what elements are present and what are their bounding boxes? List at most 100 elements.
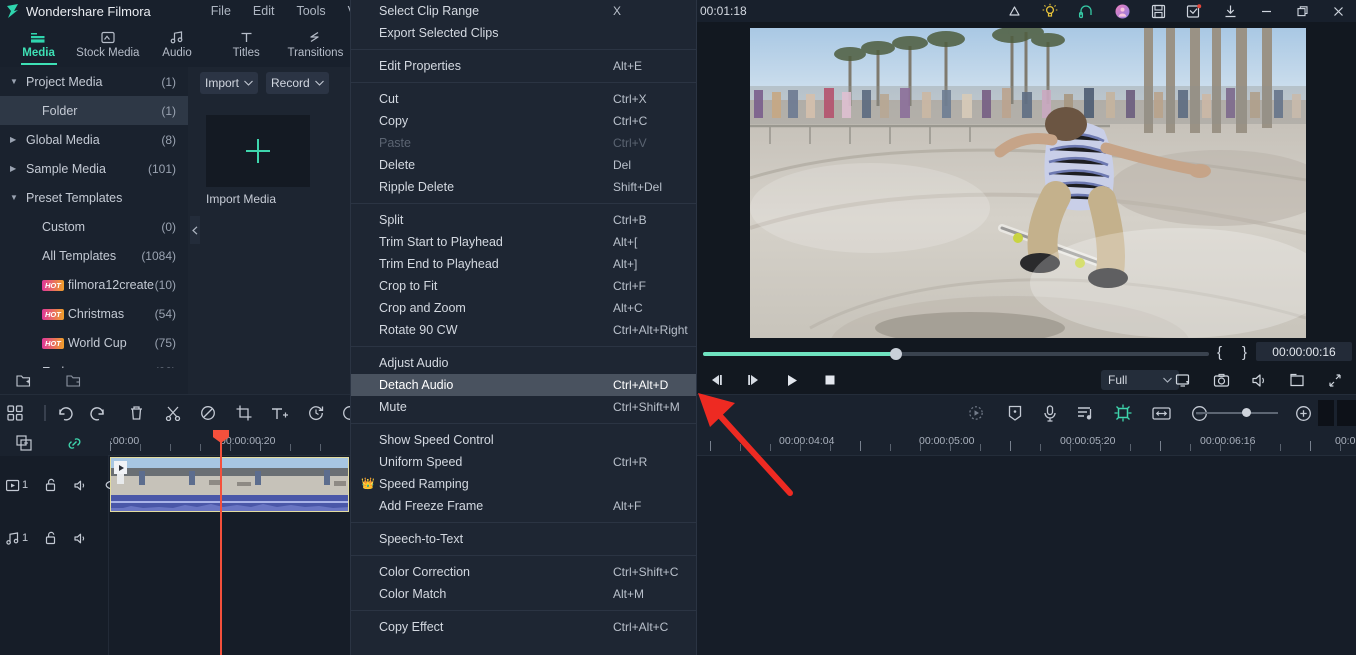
tab-stock-media[interactable]: Stock Media: [73, 22, 142, 67]
sidebar-item-christmas[interactable]: HOT Christmas (54): [0, 299, 188, 328]
mute-icon[interactable]: [74, 532, 89, 545]
menu-item-split[interactable]: Split Ctrl+B: [351, 209, 696, 231]
mute-icon[interactable]: [74, 479, 89, 492]
menu-item-mute[interactable]: Mute Ctrl+Shift+M: [351, 396, 696, 418]
menu-item-ripple-delete[interactable]: Ripple Delete Shift+Del: [351, 176, 696, 198]
menu-tools[interactable]: Tools: [296, 4, 325, 18]
screen-record-icon[interactable]: [1164, 373, 1202, 388]
link-icon[interactable]: [66, 436, 83, 451]
menu-file[interactable]: File: [211, 4, 231, 18]
menu-item-copy[interactable]: Copy Ctrl+C: [351, 110, 696, 132]
close-button[interactable]: [1320, 0, 1356, 22]
menu-item-edit-properties[interactable]: Edit Properties Alt+E: [351, 55, 696, 77]
menu-item-speed-ramping[interactable]: 👑 Speed Ramping: [351, 473, 696, 495]
import-button[interactable]: Import: [200, 72, 259, 94]
next-frame-icon[interactable]: [735, 373, 773, 387]
menu-item-uniform-speed[interactable]: Uniform Speed Ctrl+R: [351, 451, 696, 473]
sidebar-item-sample-media[interactable]: ▶ Sample Media (101): [0, 154, 188, 183]
menu-item-adjust-audio[interactable]: Adjust Audio: [351, 352, 696, 374]
sidebar-item-project-media[interactable]: ▼ Project Media (1): [0, 67, 188, 96]
redo-icon[interactable]: [87, 403, 107, 423]
import-media-tile[interactable]: [206, 115, 310, 187]
menu-item-detach-audio[interactable]: Detach Audio Ctrl+Alt+D: [351, 374, 696, 396]
tab-titles[interactable]: Titles: [212, 22, 281, 67]
crop-icon[interactable]: [234, 403, 254, 423]
volume-icon[interactable]: [1240, 373, 1278, 388]
playhead[interactable]: [220, 430, 222, 655]
timeline-zoom-handle[interactable]: [1242, 408, 1251, 417]
clip-play-icon[interactable]: [114, 461, 127, 474]
clip-context-menu[interactable]: Select Clip Range X Export Selected Clips E…: [350, 0, 697, 655]
preview-seek-bar[interactable]: [703, 348, 1213, 360]
menu-item-trim-start-to-playhead[interactable]: Trim Start to Playhead Alt+[: [351, 231, 696, 253]
menu-item-crop-to-fit[interactable]: Crop to Fit Ctrl+F: [351, 275, 696, 297]
lock-icon[interactable]: [44, 478, 58, 492]
menu-item-crop-and-zoom[interactable]: Crop and Zoom Alt+C: [351, 297, 696, 319]
menu-item-trim-end-to-playhead[interactable]: Trim End to Playhead Alt+]: [351, 253, 696, 275]
save-icon[interactable]: [1140, 0, 1176, 22]
timeline-clip[interactable]: [110, 457, 349, 512]
new-folder-icon[interactable]: [16, 374, 32, 388]
seek-handle[interactable]: [890, 348, 902, 360]
minimize-button[interactable]: [1248, 0, 1284, 22]
menu-item-copy-effect[interactable]: Copy Effect Ctrl+Alt+C: [351, 616, 696, 638]
text-add-icon[interactable]: [270, 403, 290, 423]
menu-item-show-speed-control[interactable]: Show Speed Control: [351, 429, 696, 451]
menu-item-delete[interactable]: Delete Del: [351, 154, 696, 176]
grid-icon[interactable]: [5, 403, 25, 423]
chevron-right-icon[interactable]: ▶: [10, 164, 26, 173]
undo-icon[interactable]: [55, 403, 75, 423]
split-scissors-icon[interactable]: [163, 403, 183, 423]
prev-frame-icon[interactable]: [697, 373, 735, 387]
snapshot-icon[interactable]: [1202, 373, 1240, 388]
play-button[interactable]: [773, 373, 811, 388]
sidebar-item-filmora12create[interactable]: HOT filmora12create (10): [0, 270, 188, 299]
chevron-down-icon[interactable]: ▼: [10, 77, 26, 86]
remove-folder-icon[interactable]: [66, 374, 82, 388]
tab-media[interactable]: Media: [4, 22, 73, 67]
stop-button[interactable]: [811, 373, 849, 387]
audio-mixer-icon[interactable]: [1075, 403, 1095, 423]
media-library-tree[interactable]: ▼ Project Media (1) Folder (1) ▶ Global Media(…: [0, 67, 188, 387]
timeline-zoom-slider[interactable]: [1196, 412, 1278, 414]
menu-item-add-freeze-frame[interactable]: Add Freeze Frame Alt+F: [351, 495, 696, 517]
marker-icon[interactable]: [1005, 403, 1025, 423]
tab-audio[interactable]: Audio: [142, 22, 211, 67]
avatar[interactable]: [1104, 0, 1140, 22]
fit-timeline-icon[interactable]: [1151, 403, 1171, 423]
mark-in-button[interactable]: {: [1217, 344, 1222, 361]
inbox-icon[interactable]: [1176, 0, 1212, 22]
export-frame-icon[interactable]: [1278, 373, 1316, 388]
cloud-icon[interactable]: [996, 0, 1032, 22]
menu-item-color-match[interactable]: Color Match Alt+M: [351, 583, 696, 605]
lock-icon[interactable]: [44, 531, 58, 545]
sidebar-item-world-cup[interactable]: HOT World Cup (75): [0, 328, 188, 357]
chevron-right-icon[interactable]: ▶: [10, 135, 26, 144]
fullscreen-icon[interactable]: [1316, 373, 1354, 388]
sidebar-item-preset-templates[interactable]: ▼ Preset Templates: [0, 183, 188, 212]
menu-item-export-selected-clips[interactable]: Export Selected Clips: [351, 22, 696, 44]
lightbulb-icon[interactable]: [1032, 0, 1068, 22]
maximize-button[interactable]: [1284, 0, 1320, 22]
download-icon[interactable]: [1212, 0, 1248, 22]
menu-item-speech-to-text[interactable]: Speech-to-Text: [351, 528, 696, 550]
zoom-in-icon[interactable]: [1293, 403, 1313, 423]
mark-out-button[interactable]: }: [1242, 344, 1247, 361]
preview-timecode[interactable]: 00:00:00:16: [1256, 342, 1352, 361]
menu-item-color-correction[interactable]: Color Correction Ctrl+Shift+C: [351, 561, 696, 583]
panel-collapse-handle[interactable]: [190, 216, 200, 244]
render-preview-icon[interactable]: [966, 403, 986, 423]
chevron-down-icon[interactable]: ▼: [10, 193, 26, 202]
menu-item-select-clip-range[interactable]: Select Clip Range X: [351, 0, 696, 22]
menu-item-cut[interactable]: Cut Ctrl+X: [351, 88, 696, 110]
menu-edit[interactable]: Edit: [253, 4, 275, 18]
sidebar-item-all-templates[interactable]: All Templates (1084): [0, 241, 188, 270]
preview-video[interactable]: [750, 28, 1306, 338]
sidebar-item-folder[interactable]: Folder (1): [0, 96, 188, 125]
keyframe-icon[interactable]: [1113, 403, 1133, 423]
disable-icon[interactable]: [198, 403, 218, 423]
tab-transitions[interactable]: Transitions: [281, 22, 350, 67]
voiceover-icon[interactable]: [1040, 403, 1060, 423]
sidebar-item-custom[interactable]: Custom (0): [0, 212, 188, 241]
menu-item-rotate-90-cw[interactable]: Rotate 90 CW Ctrl+Alt+Right: [351, 319, 696, 341]
